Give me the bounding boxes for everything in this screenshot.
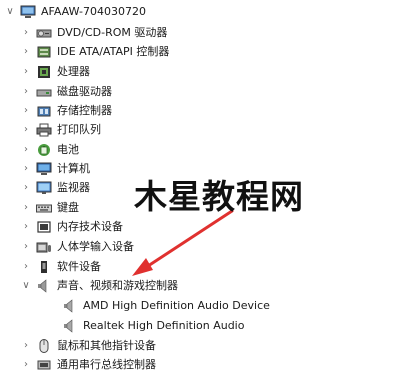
chevron-right-icon[interactable]: › xyxy=(20,101,32,121)
category-usb[interactable]: › 通用串行总线控制器 xyxy=(20,355,156,375)
category-mouse[interactable]: › 鼠标和其他指针设备 xyxy=(20,336,156,356)
category-memory-tech[interactable]: › 内存技术设备 xyxy=(20,217,123,237)
computer-monitor-icon xyxy=(36,161,52,177)
chevron-right-icon[interactable]: › xyxy=(20,159,32,179)
category-print-queue[interactable]: › 打印队列 xyxy=(20,120,101,140)
ide-controller-icon xyxy=(36,44,52,60)
hid-icon xyxy=(36,239,52,255)
category-processor[interactable]: › 处理器 xyxy=(20,62,90,82)
processor-icon xyxy=(36,64,52,80)
category-software-device[interactable]: › 软件设备 xyxy=(20,257,101,277)
category-label: 存储控制器 xyxy=(57,104,112,117)
category-storage-controller[interactable]: › 存储控制器 xyxy=(20,101,112,121)
chevron-right-icon[interactable]: › xyxy=(20,217,32,237)
chevron-right-icon[interactable]: › xyxy=(20,355,32,375)
keyboard-icon xyxy=(36,200,52,216)
chevron-right-icon[interactable]: › xyxy=(20,140,32,160)
mouse-icon xyxy=(36,338,52,354)
category-label: 键盘 xyxy=(57,201,79,214)
speaker-icon xyxy=(62,318,78,334)
dvd-drive-icon xyxy=(36,25,52,41)
category-label: 磁盘驱动器 xyxy=(57,85,112,98)
tree-root-row[interactable]: ∨ AFAAW-704030720 xyxy=(4,2,146,22)
disk-drive-icon xyxy=(36,84,52,100)
device-label: Realtek High Definition Audio xyxy=(83,319,245,332)
chevron-right-icon[interactable]: › xyxy=(20,336,32,356)
chevron-right-icon[interactable]: › xyxy=(20,42,32,62)
category-ide-ata-atapi[interactable]: › IDE ATA/ATAPI 控制器 xyxy=(20,42,169,62)
category-label: 声音、视频和游戏控制器 xyxy=(57,279,178,292)
category-computer[interactable]: › 计算机 xyxy=(20,159,90,179)
category-battery[interactable]: › 电池 xyxy=(20,140,79,160)
category-label: 电池 xyxy=(57,143,79,156)
chevron-right-icon[interactable]: › xyxy=(20,178,32,198)
battery-icon xyxy=(36,142,52,158)
tree-root-label: AFAAW-704030720 xyxy=(41,5,146,18)
category-label: 软件设备 xyxy=(57,260,101,273)
chevron-down-icon[interactable]: ∨ xyxy=(4,2,16,22)
chevron-right-icon[interactable]: › xyxy=(20,82,32,102)
category-label: 内存技术设备 xyxy=(57,220,123,233)
category-hid[interactable]: › 人体学输入设备 xyxy=(20,237,134,257)
category-label: 监视器 xyxy=(57,181,90,194)
chevron-right-icon[interactable]: › xyxy=(20,62,32,82)
memory-device-icon xyxy=(36,219,52,235)
category-dvd-cd-rom[interactable]: › DVD/CD-ROM 驱动器 xyxy=(20,23,167,43)
chevron-down-icon[interactable]: ∨ xyxy=(20,276,32,296)
watermark-text: 木星教程网 xyxy=(134,177,304,216)
speaker-icon xyxy=(36,278,52,294)
chevron-right-icon[interactable]: › xyxy=(20,237,32,257)
category-label: 人体学输入设备 xyxy=(57,240,134,253)
category-label: 通用串行总线控制器 xyxy=(57,358,156,371)
category-label: 计算机 xyxy=(57,162,90,175)
category-label: 打印队列 xyxy=(57,123,101,136)
computer-icon xyxy=(20,4,36,20)
category-label: 处理器 xyxy=(57,65,90,78)
category-keyboard[interactable]: › 键盘 xyxy=(20,198,79,218)
category-label: 鼠标和其他指针设备 xyxy=(57,339,156,352)
chevron-right-icon[interactable]: › xyxy=(20,120,32,140)
usb-icon xyxy=(36,357,52,373)
device-amd-audio[interactable]: AMD High Definition Audio Device xyxy=(62,296,270,316)
storage-controller-icon xyxy=(36,103,52,119)
speaker-icon xyxy=(62,298,78,314)
category-label: IDE ATA/ATAPI 控制器 xyxy=(57,45,170,58)
category-audio-video-game[interactable]: ∨ 声音、视频和游戏控制器 xyxy=(20,276,178,296)
device-label: AMD High Definition Audio Device xyxy=(83,299,270,312)
chevron-right-icon[interactable]: › xyxy=(20,257,32,277)
category-disk-drive[interactable]: › 磁盘驱动器 xyxy=(20,82,112,102)
category-monitor[interactable]: › 监视器 xyxy=(20,178,90,198)
chevron-right-icon[interactable]: › xyxy=(20,23,32,43)
device-realtek-audio[interactable]: Realtek High Definition Audio xyxy=(62,316,244,336)
monitor-icon xyxy=(36,180,52,196)
software-device-icon xyxy=(36,259,52,275)
category-label: DVD/CD-ROM 驱动器 xyxy=(57,26,168,39)
printer-icon xyxy=(36,122,52,138)
chevron-right-icon[interactable]: › xyxy=(20,198,32,218)
